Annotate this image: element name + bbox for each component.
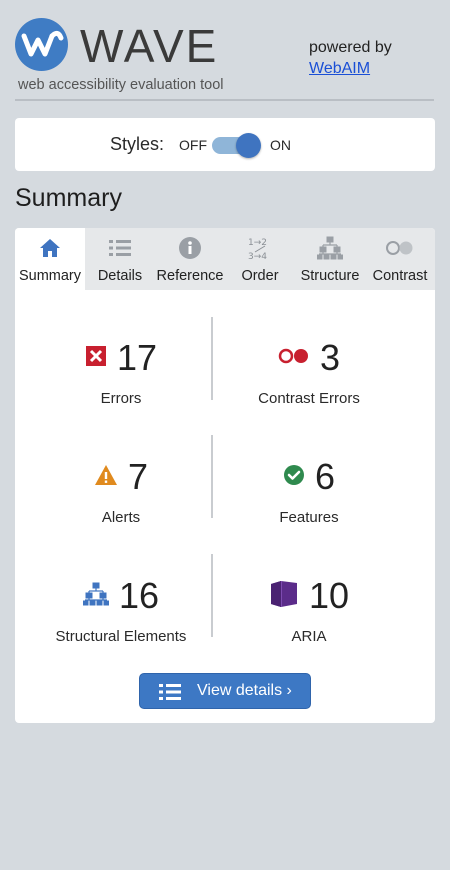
order-icon: 1→2 3→4	[225, 236, 295, 261]
aria-label: ARIA	[291, 628, 327, 645]
header: WAVE web accessibility evaluation tool p…	[0, 0, 450, 102]
tab-bar: Summary Details Reference 1→2 3→4 Order …	[15, 228, 435, 290]
toggle-knob[interactable]	[236, 133, 261, 158]
info-icon	[155, 236, 225, 260]
home-icon	[15, 236, 85, 260]
tab-structure[interactable]: Structure	[295, 228, 365, 290]
errors-count: 17	[116, 337, 158, 378]
tagline: web accessibility evaluation tool	[18, 77, 224, 93]
tab-label: Contrast	[372, 268, 428, 284]
list-icon	[85, 236, 155, 260]
view-details-label: View details ›	[197, 682, 292, 699]
structural-elements-label: Structural Elements	[55, 628, 187, 645]
tab-label: Order	[241, 268, 279, 284]
structural-elements-count: 16	[118, 575, 160, 616]
svg-text:3→4: 3→4	[248, 252, 267, 261]
tab-summary[interactable]: Summary	[15, 228, 85, 290]
header-divider	[15, 99, 434, 101]
tab-label: Reference	[156, 268, 224, 284]
wave-logo-icon	[15, 18, 68, 71]
feature-icon	[283, 464, 305, 491]
tab-order[interactable]: 1→2 3→4 Order	[225, 228, 295, 290]
tab-label: Details	[97, 268, 143, 284]
tab-contrast[interactable]: Contrast	[365, 228, 435, 290]
logo-text: WAVE	[80, 20, 219, 72]
contrast-icon	[365, 236, 435, 260]
structure-icon	[82, 582, 110, 611]
contrast-error-icon	[278, 347, 310, 370]
tab-label: Summary	[18, 268, 82, 284]
styles-off-label: OFF	[179, 137, 207, 153]
styles-toggle[interactable]	[212, 133, 261, 158]
tab-label: Structure	[300, 268, 360, 284]
aria-icon	[269, 580, 299, 613]
tab-reference[interactable]: Reference	[155, 228, 225, 290]
details-list-icon	[158, 682, 182, 707]
contrast-errors-label: Contrast Errors	[258, 390, 360, 407]
errors-label: Errors	[100, 390, 142, 407]
styles-toggle-card: Styles: OFF ON	[15, 118, 435, 171]
alert-icon	[94, 464, 118, 491]
powered-by: powered by WebAIM	[309, 37, 392, 79]
styles-on-label: ON	[270, 137, 291, 153]
summary-panel: Summary Details Reference 1→2 3→4 Order …	[15, 228, 435, 723]
styles-label: Styles:	[110, 134, 165, 154]
contrast-errors-count: 3	[319, 337, 341, 378]
error-icon	[85, 345, 107, 372]
features-count: 6	[314, 456, 336, 497]
structure-icon	[295, 236, 365, 260]
section-title: Summary	[15, 184, 122, 212]
powered-by-label: powered by	[309, 39, 392, 56]
features-label: Features	[279, 509, 339, 526]
tab-details[interactable]: Details	[85, 228, 155, 290]
alerts-label: Alerts	[101, 509, 141, 526]
alerts-count: 7	[127, 456, 149, 497]
aria-count: 10	[308, 575, 350, 616]
view-details-button[interactable]: View details ›	[139, 673, 311, 709]
webaim-link[interactable]: WebAIM	[309, 58, 392, 79]
